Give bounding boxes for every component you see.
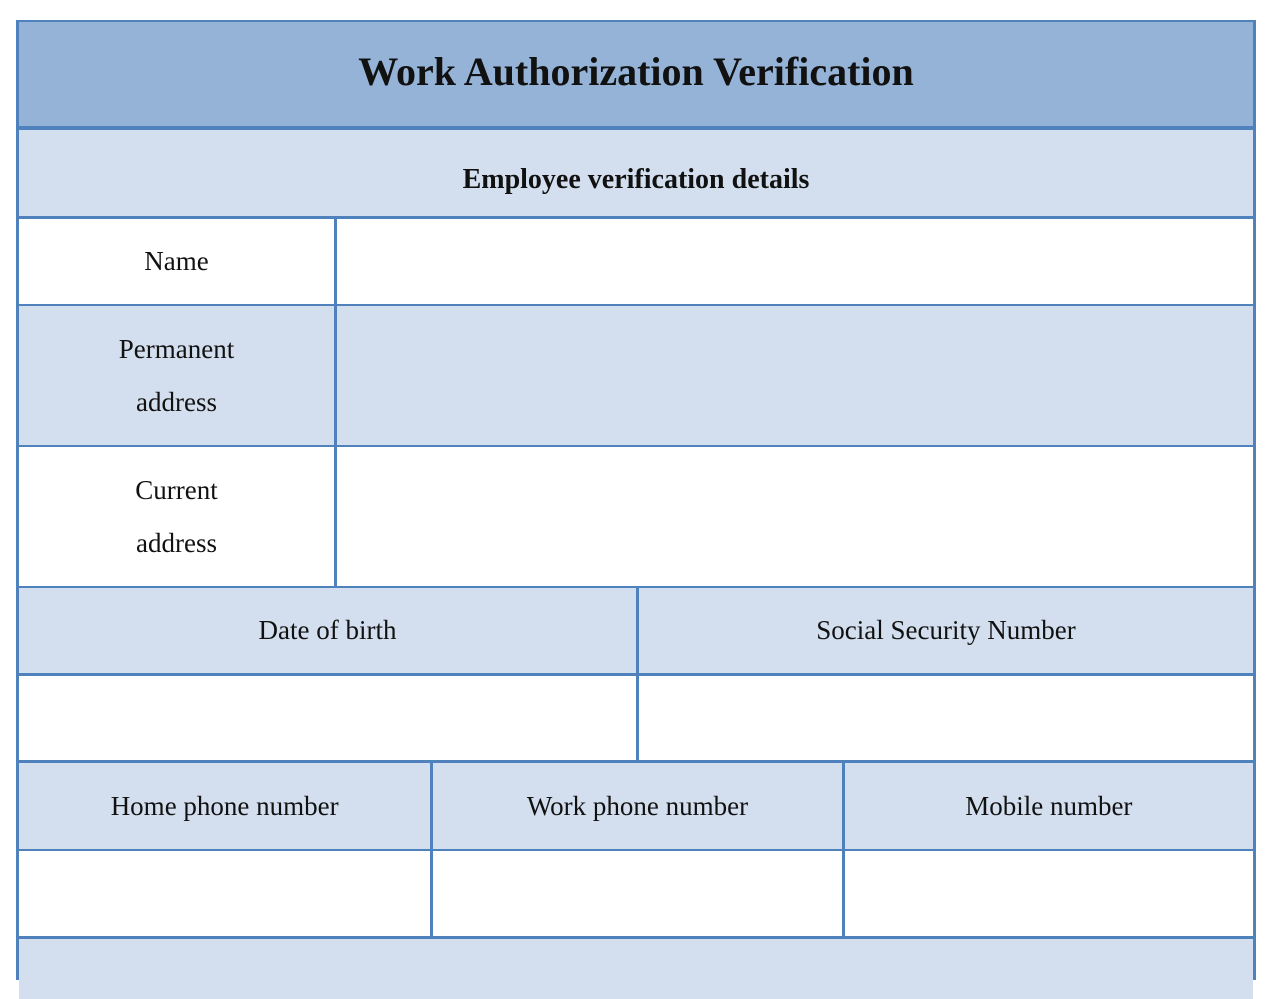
dob-ssn-header-row: Date of birth Social Security Number xyxy=(19,588,1253,676)
name-field[interactable] xyxy=(334,219,1253,304)
current-address-row: Current address xyxy=(19,447,1253,588)
permanent-address-label: Permanent address xyxy=(19,306,334,445)
mobile-number-label: Mobile number xyxy=(841,763,1253,849)
date-of-birth-field[interactable] xyxy=(19,676,636,760)
work-phone-label: Work phone number xyxy=(430,763,841,849)
dob-ssn-input-row xyxy=(19,676,1253,763)
current-address-label-line1: Current xyxy=(135,474,218,505)
permanent-address-label-line2: address xyxy=(136,386,217,417)
section-title: Employee verification details xyxy=(19,130,1253,219)
mobile-number-field[interactable] xyxy=(841,851,1253,936)
permanent-address-label-line1: Permanent xyxy=(118,333,235,364)
date-of-birth-label: Date of birth xyxy=(258,615,397,645)
form-title: Work Authorization Verification xyxy=(19,22,1253,130)
home-phone-field[interactable] xyxy=(19,851,430,936)
work-authorization-form: Work Authorization Verification Employee… xyxy=(16,20,1256,999)
name-label: Name xyxy=(144,246,209,276)
ssn-label: Social Security Number xyxy=(636,588,1253,673)
home-phone-label: Home phone number xyxy=(110,790,339,821)
work-phone-field[interactable] xyxy=(430,851,841,936)
current-address-field[interactable] xyxy=(334,447,1253,586)
ssn-field[interactable] xyxy=(636,676,1253,760)
current-address-label-line2: address xyxy=(136,527,217,558)
next-section-band xyxy=(19,939,1253,999)
phone-header-row: Home phone number Work phone number Mobi… xyxy=(19,763,1253,851)
name-row: Name xyxy=(19,219,1253,306)
phone-input-row xyxy=(19,851,1253,939)
permanent-address-field[interactable] xyxy=(334,306,1253,445)
permanent-address-row: Permanent address xyxy=(19,306,1253,447)
current-address-label: Current address xyxy=(19,447,334,586)
